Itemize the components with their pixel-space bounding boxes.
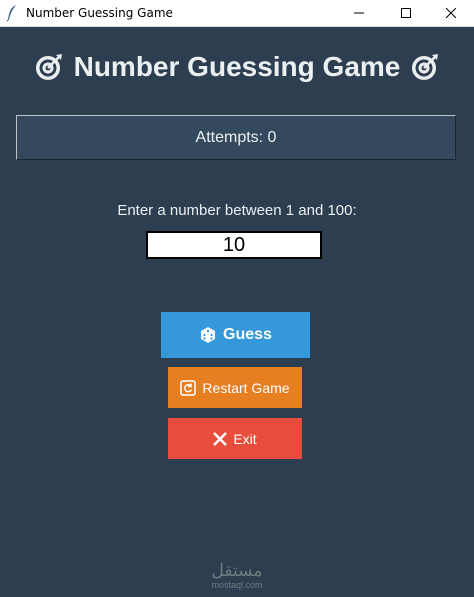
minimize-button[interactable] (336, 0, 382, 26)
attempts-panel: Attempts: 0 (16, 115, 456, 160)
guess-button[interactable]: Guess (161, 312, 310, 358)
close-icon (446, 8, 456, 18)
restart-button[interactable]: Restart Game (168, 367, 302, 408)
input-prompt: Enter a number between 1 and 100: (117, 202, 357, 219)
restart-icon (180, 379, 197, 396)
target-icon (412, 54, 439, 80)
page-header: Number Guessing Game (0, 51, 474, 87)
watermark-arabic: مستقل (211, 561, 263, 581)
dice-icon (201, 327, 216, 343)
window-title: Number Guessing Game (26, 6, 173, 20)
target-icon (35, 54, 62, 80)
watermark-logo: مستقل mostaql.com (0, 562, 474, 590)
window-titlebar: Number Guessing Game (0, 0, 474, 27)
exit-button[interactable]: Exit (168, 418, 302, 459)
watermark-url: mostaql.com (211, 580, 263, 590)
minimize-icon (354, 12, 364, 14)
maximize-icon (401, 8, 411, 18)
feather-icon (6, 5, 16, 22)
close-button[interactable] (428, 0, 474, 26)
guess-button-label: Guess (223, 326, 272, 343)
maximize-button[interactable] (383, 0, 429, 26)
x-icon (213, 431, 228, 446)
attempts-counter: Attempts: 0 (195, 128, 277, 146)
guess-input[interactable] (146, 231, 322, 259)
restart-button-label: Restart Game (202, 379, 290, 396)
page-title: Number Guessing Game (73, 51, 401, 82)
game-window: Number Guessing Game Attempts: 0 Enter a… (0, 27, 474, 597)
exit-button-label: Exit (233, 430, 257, 447)
